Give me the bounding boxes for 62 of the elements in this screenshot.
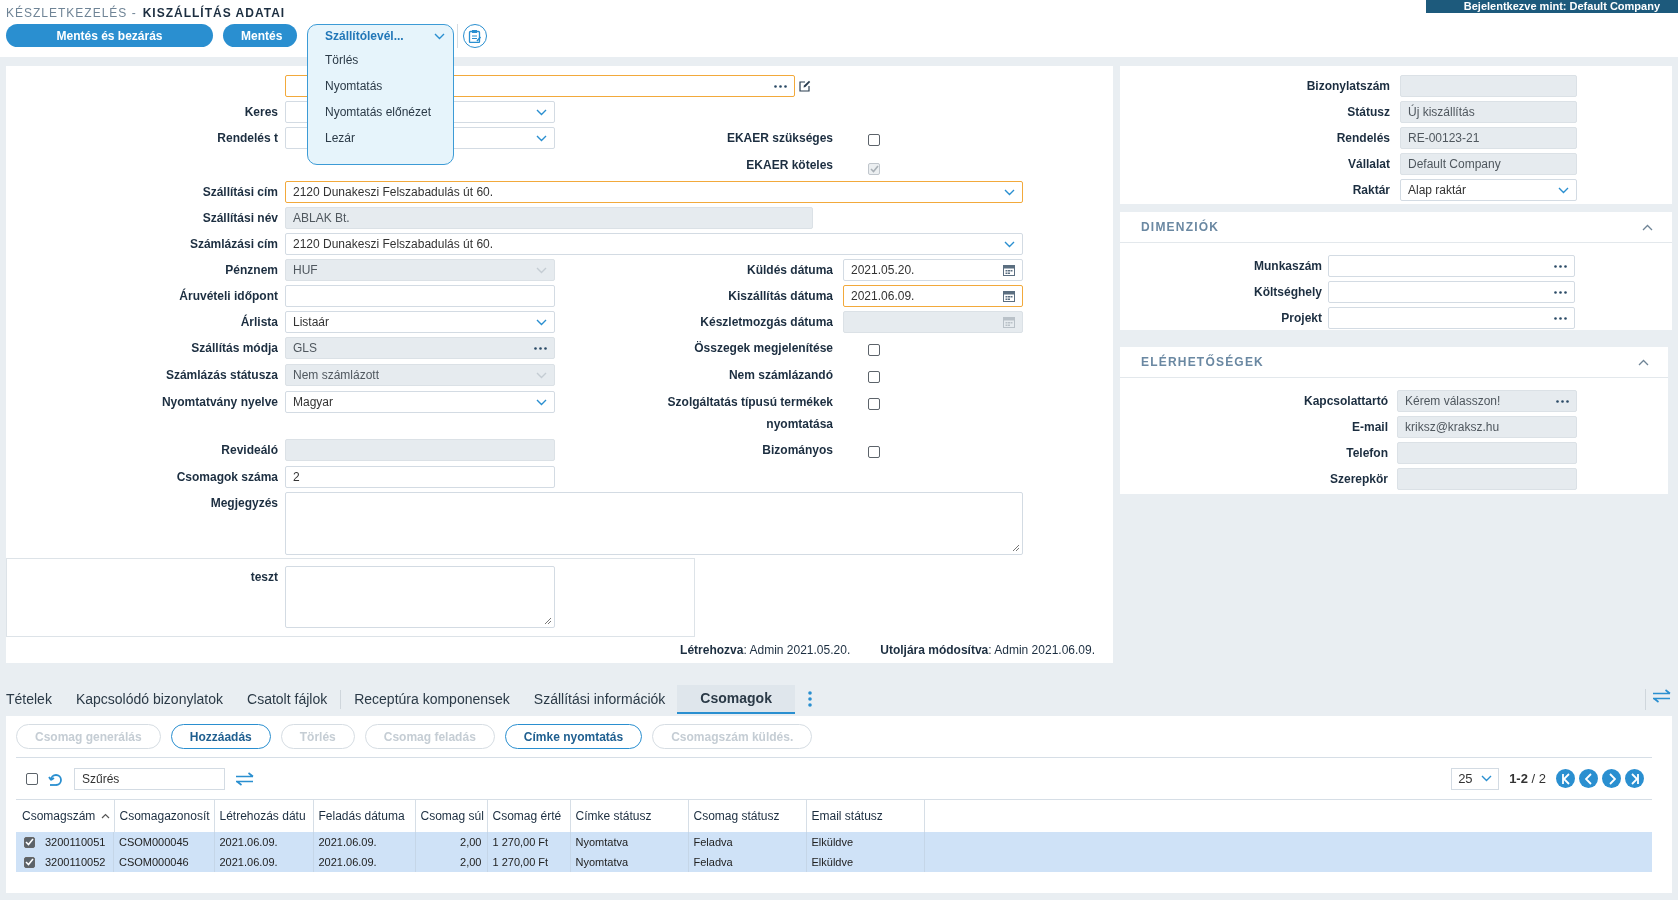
field-label: Projekt xyxy=(1281,311,1322,325)
field-label: E-mail xyxy=(1352,420,1388,434)
table-cell: 2021.06.09. xyxy=(219,856,278,868)
table-cell: CSOM000046 xyxy=(119,856,189,868)
table-cell: Nyomtatva xyxy=(575,856,629,868)
field-label: Telefon xyxy=(1346,446,1388,460)
table-cell: 3200110051 xyxy=(45,836,106,848)
section-title: DIMENZIÓK xyxy=(1141,220,1220,234)
table-cell: 2021.06.09. xyxy=(219,836,278,848)
field-label: Szolgáltatás típusú termékek nyomtatása xyxy=(666,394,833,433)
field-label: Szállítási név xyxy=(202,211,278,225)
field-label: Küldés dátuma xyxy=(747,262,833,279)
field-label: Rendelés t xyxy=(217,131,278,145)
field-label: Készletmozgás dátuma xyxy=(700,314,833,331)
field-label: Vállalat xyxy=(1347,157,1390,171)
field-label: Árlista xyxy=(240,315,278,329)
field-label: Csomagok száma xyxy=(176,470,278,484)
table-cell: Feladva xyxy=(693,856,733,868)
table-cell: Elküldve xyxy=(811,836,854,848)
table-cell: 2021.06.09. xyxy=(318,836,377,848)
field-label: Státusz xyxy=(1347,105,1390,119)
field-label: Nem számlázandó xyxy=(728,367,833,384)
field-label: Szerepkör xyxy=(1329,472,1388,486)
field-label: Költséghely xyxy=(1254,285,1322,299)
table-cell: 2,00 xyxy=(460,836,482,848)
field-label: Pénznem xyxy=(225,263,278,277)
field-label: Kapcsolattartó xyxy=(1303,394,1388,408)
field-label: Raktár xyxy=(1352,183,1390,197)
field-label: Keres xyxy=(244,105,278,119)
table-cell: 3200110052 xyxy=(45,856,106,868)
field-label: Revideáló xyxy=(221,443,278,457)
page-title: KISZÁLLÍTÁS ADATAI xyxy=(142,6,286,22)
field-label: EKAER szükséges xyxy=(726,130,833,147)
table-cell: Nyomtatva xyxy=(575,836,629,848)
table-cell: 2,00 xyxy=(460,856,482,868)
field-label: Áruvételi időpont xyxy=(179,289,278,303)
table-cell: Elküldve xyxy=(811,856,854,868)
table-cell: 1 270,00 Ft xyxy=(492,836,549,848)
field-label: Számlázás státusza xyxy=(165,368,278,382)
field-label: Összegek megjelenítése xyxy=(694,340,833,357)
audit-text: Utoljára módosítva: Admin 2021.06.09. xyxy=(880,643,1095,657)
table-cell: 1 270,00 Ft xyxy=(492,856,549,868)
field-label: teszt xyxy=(250,570,278,584)
table-cell: CSOM000045 xyxy=(119,836,189,848)
field-label: Számlázási cím xyxy=(189,237,278,251)
login-banner: Bejelentkezve mint: Default Company xyxy=(1425,0,1678,13)
field-label: Szállítási cím xyxy=(202,185,278,199)
field-label: Munkaszám xyxy=(1253,259,1322,273)
field-label: Megjegyzés xyxy=(210,496,278,510)
audit-text: Létrehozva: Admin 2021.05.20. xyxy=(680,643,851,657)
field-label: Szállítás módja xyxy=(191,341,278,355)
field-label: Kiszállítás dátuma xyxy=(728,288,833,305)
field-label: Bizományos xyxy=(762,442,833,459)
table-cell: 2021.06.09. xyxy=(318,856,377,868)
field-label: Bizonylatszám xyxy=(1306,79,1390,93)
section-title: ELÉRHETŐSÉGEK xyxy=(1141,355,1264,369)
table-cell: Feladva xyxy=(693,836,733,848)
field-label: Nyomtatvány nyelve xyxy=(161,395,278,409)
field-label: EKAER köteles xyxy=(746,157,833,174)
breadcrumb: KÉSZLETKEZELÉS - xyxy=(6,6,137,22)
field-label: Rendelés xyxy=(1336,131,1390,145)
page-range: 1-2 / 2 xyxy=(1509,771,1546,786)
